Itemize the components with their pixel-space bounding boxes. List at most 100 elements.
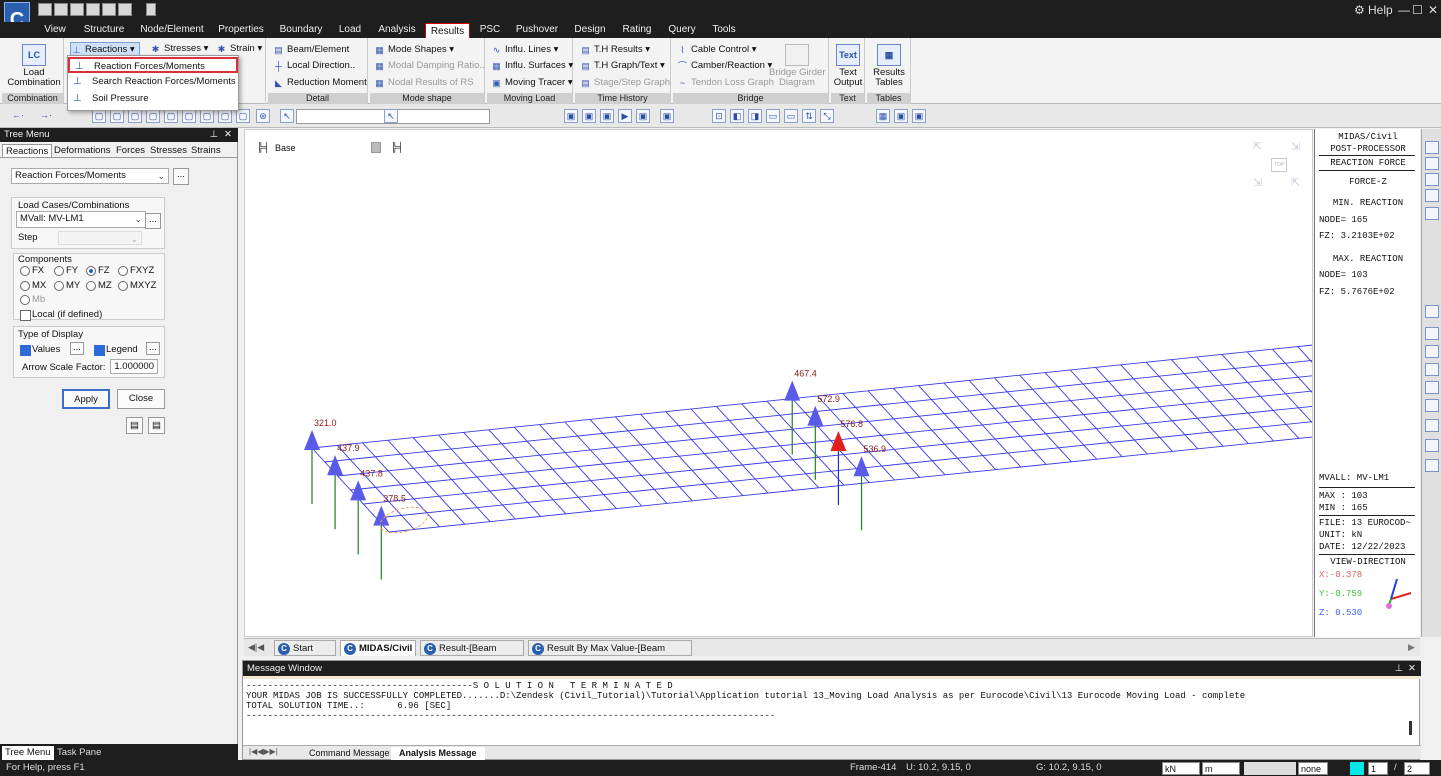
tab-reactions[interactable]: Reactions bbox=[2, 144, 53, 157]
tab-tree-menu[interactable]: Tree Menu bbox=[2, 746, 54, 760]
tab-midas-civil[interactable]: C MIDAS/Civil bbox=[340, 640, 416, 656]
status-tool-icons[interactable] bbox=[1244, 762, 1296, 775]
tool-icon-3[interactable]: ▢ bbox=[128, 109, 142, 123]
tab-boundary[interactable]: Boundary bbox=[276, 22, 326, 38]
tab-tools[interactable]: Tools bbox=[708, 22, 740, 38]
zoom-fit-icon[interactable]: ⊡ bbox=[712, 109, 726, 123]
display-option-icon-6[interactable] bbox=[1425, 399, 1439, 412]
pin-icon[interactable]: ⊥ bbox=[1395, 661, 1403, 676]
display-option-icon-5[interactable] bbox=[1425, 381, 1439, 394]
moving-tracer-button[interactable]: ▣ Moving Tracer ▾ bbox=[491, 76, 572, 90]
tab-load[interactable]: Load bbox=[334, 22, 366, 38]
stage-graph-button[interactable]: ▤ Stage/Step Graph bbox=[580, 76, 670, 90]
redo-icon[interactable]: →· bbox=[34, 109, 58, 123]
print-settings-icon[interactable]: ▤ bbox=[148, 417, 165, 434]
view-rotate-icon[interactable]: ⤡ bbox=[820, 109, 834, 123]
pan-icon[interactable] bbox=[1425, 157, 1439, 170]
tool-icon-4[interactable]: ▢ bbox=[146, 109, 160, 123]
tab-analysis[interactable]: Analysis bbox=[374, 22, 420, 38]
display-option-icon-9[interactable] bbox=[1425, 459, 1439, 472]
maximize-button[interactable]: ☐ bbox=[1412, 3, 1423, 17]
menu-item-soil-pressure[interactable]: ⊥ Soil Pressure bbox=[68, 91, 238, 107]
tab-analysis-message[interactable]: Analysis Message bbox=[391, 747, 485, 760]
close-button[interactable]: ✕ bbox=[1428, 3, 1438, 17]
result-type-options-button[interactable]: ... bbox=[173, 168, 189, 185]
reduction-moment-button[interactable]: ◣ Reduction Moment bbox=[273, 76, 367, 90]
display-option-icon-8[interactable] bbox=[1425, 439, 1439, 452]
local-checkbox[interactable]: Local (if defined) bbox=[20, 309, 102, 321]
help-button[interactable]: Help bbox=[1368, 3, 1393, 17]
result-type-select[interactable]: Reaction Forces/Moments ⌄ bbox=[11, 168, 169, 184]
tab-pushover[interactable]: Pushover bbox=[512, 22, 562, 38]
load-case-options-button[interactable]: ... bbox=[145, 213, 161, 229]
tab-task-pane[interactable]: Task Pane bbox=[57, 746, 101, 760]
step-select[interactable]: ⌄ bbox=[58, 231, 142, 245]
radio-fz[interactable]: FZ bbox=[86, 265, 110, 276]
close-panel-button[interactable]: Close bbox=[117, 389, 165, 409]
wheel-icon[interactable]: ⊛ bbox=[256, 109, 270, 123]
minimize-button[interactable]: — bbox=[1398, 3, 1410, 17]
display-icon-3[interactable]: ▣ bbox=[912, 109, 926, 123]
load-combination-button[interactable]: LC Load Combination bbox=[6, 44, 62, 88]
save-icon[interactable] bbox=[86, 3, 100, 16]
radio-fx[interactable]: FX bbox=[20, 265, 44, 276]
tab-properties[interactable]: Properties bbox=[214, 22, 268, 38]
lock-icon[interactable]: ▣ bbox=[894, 109, 908, 123]
camber-reaction-button[interactable]: ⌒ Camber/Reaction ▾ bbox=[677, 59, 772, 73]
bridge-girder-diagram-button[interactable]: Bridge Girder Diagram bbox=[769, 44, 826, 88]
close-icon[interactable]: ✕ bbox=[1408, 661, 1416, 676]
model-viewport[interactable]: ╠╡ Base ╠╡ TOP ⇱ ⇲ ⇲ ⇱ 321.0 437.9 437.8 37… bbox=[244, 129, 1313, 637]
scroll-right-icon[interactable]: ▶ bbox=[1408, 642, 1415, 653]
tool-icon-2[interactable]: ▢ bbox=[110, 109, 124, 123]
tool-icon-1[interactable]: ▢ bbox=[92, 109, 106, 123]
force-unit-select[interactable]: kN bbox=[1162, 762, 1200, 775]
radio-my[interactable]: MY bbox=[54, 280, 80, 291]
beam-element-button[interactable]: ▤ Beam/Element bbox=[273, 43, 349, 57]
th-results-button[interactable]: ▤ T.H Results ▾ bbox=[580, 43, 650, 57]
view-top-icon[interactable]: ▭ bbox=[766, 109, 780, 123]
display-option-icon-1[interactable] bbox=[1425, 305, 1439, 318]
modal-damping-button[interactable]: ▦ Modal Damping Ratio.. bbox=[374, 59, 484, 73]
display-option-icon-3[interactable] bbox=[1425, 345, 1439, 358]
mode-shapes-button[interactable]: ▦ Mode Shapes ▾ bbox=[374, 43, 454, 57]
legend-checkbox[interactable]: Legend bbox=[94, 344, 138, 356]
message-scrollbar[interactable] bbox=[1409, 721, 1412, 735]
view-icon-2[interactable]: ▣ bbox=[582, 109, 596, 123]
view-front-icon[interactable]: ◨ bbox=[748, 109, 762, 123]
color-indicator[interactable] bbox=[1350, 762, 1364, 775]
tab-node-element[interactable]: Node/Element bbox=[138, 22, 206, 38]
close-icon[interactable]: ✕ bbox=[224, 128, 232, 142]
filter-select[interactable]: none bbox=[1298, 762, 1328, 775]
page-input[interactable]: 1 bbox=[1368, 762, 1388, 775]
zoom-window-icon[interactable] bbox=[1425, 141, 1439, 154]
tab-scroll-icon[interactable]: |◀◀▶▶| bbox=[249, 747, 278, 756]
display-option-icon-2[interactable] bbox=[1425, 327, 1439, 340]
radio-fxyz[interactable]: FXYZ bbox=[118, 265, 154, 276]
tab-rating[interactable]: Rating bbox=[618, 22, 656, 38]
view-icon-4[interactable]: ▶ bbox=[618, 109, 632, 123]
influ-surfaces-button[interactable]: ▦ Influ. Surfaces ▾ bbox=[491, 59, 573, 73]
radio-mz[interactable]: MZ bbox=[86, 280, 112, 291]
view-side-icon[interactable]: ⇅ bbox=[802, 109, 816, 123]
tab-start-page[interactable]: CStart Page bbox=[274, 640, 336, 670]
tab-strains[interactable]: Strains bbox=[191, 144, 221, 157]
zoom-in-icon[interactable] bbox=[1425, 173, 1439, 186]
tab-structure[interactable]: Structure bbox=[80, 22, 128, 38]
select-cursor-2-icon[interactable]: ↖ bbox=[384, 109, 398, 123]
save-settings-icon[interactable]: ▤ bbox=[126, 417, 143, 434]
view-icon-5[interactable]: ▣ bbox=[636, 109, 650, 123]
preview-icon[interactable] bbox=[118, 3, 132, 16]
print-icon[interactable] bbox=[102, 3, 116, 16]
pin-icon[interactable]: ⊥ bbox=[210, 128, 218, 142]
open-file-icon[interactable] bbox=[70, 3, 84, 16]
zoom-fit-side-icon[interactable] bbox=[1425, 207, 1439, 220]
results-tables-button[interactable]: ▦ Results Tables bbox=[869, 44, 909, 88]
length-unit-select[interactable]: m bbox=[1202, 762, 1240, 775]
menu-item-reaction-forces[interactable]: ⊥ Reaction Forces/Moments bbox=[68, 57, 238, 73]
values-options-button[interactable]: ... bbox=[70, 342, 84, 355]
stresses-button[interactable]: ✱ Stresses ▾ bbox=[150, 42, 209, 56]
display-icon-1[interactable]: ▦ bbox=[876, 109, 890, 123]
tool-icon-5[interactable]: ▢ bbox=[164, 109, 178, 123]
tool-icon-7[interactable]: ▢ bbox=[200, 109, 214, 123]
arrow-scale-input[interactable]: 1.000000 bbox=[110, 359, 158, 374]
